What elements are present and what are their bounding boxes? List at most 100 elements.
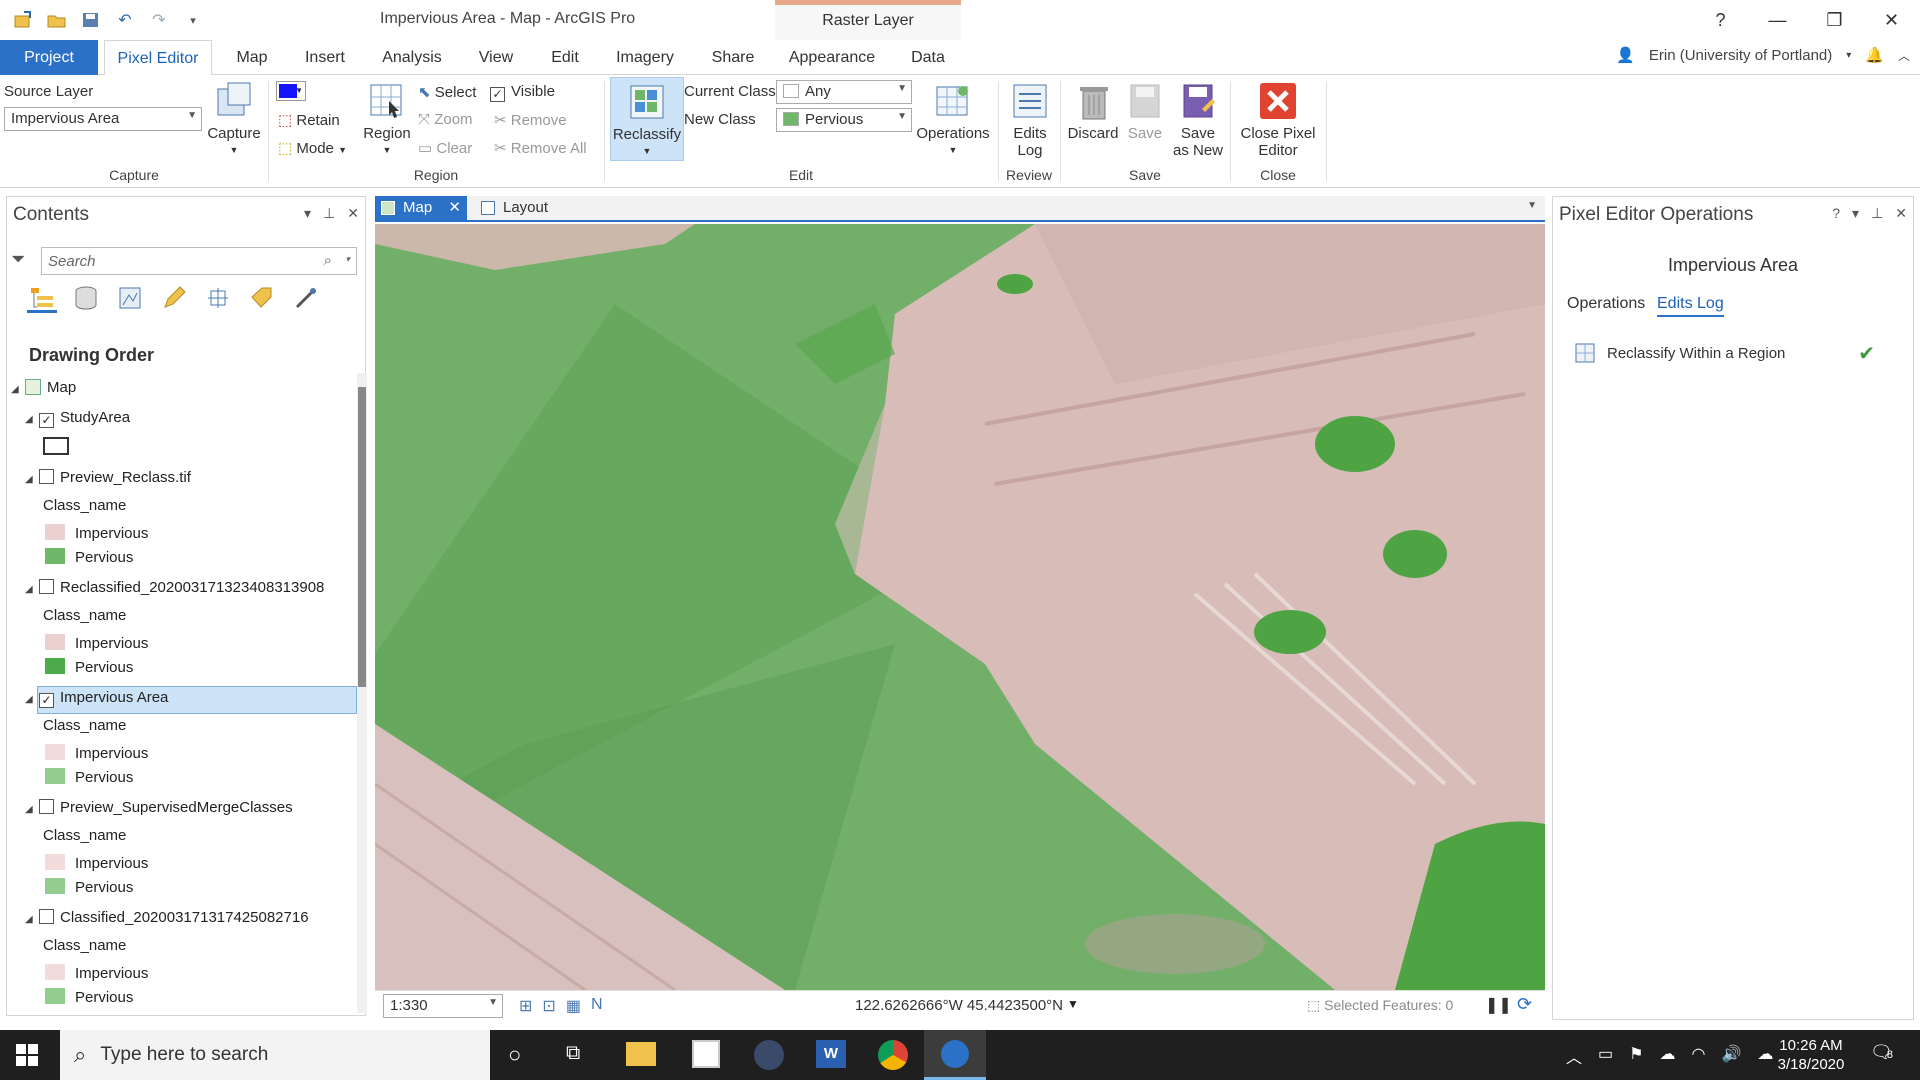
tab-map[interactable]: Map xyxy=(222,40,282,75)
cortana-icon[interactable]: ○ xyxy=(508,1042,521,1068)
help-icon[interactable]: ? xyxy=(1692,0,1749,40)
tab-view[interactable]: View xyxy=(466,40,526,75)
tab-insert[interactable]: Insert xyxy=(292,40,358,75)
mode-button[interactable]: ⬚ Mode ▼ xyxy=(278,139,347,157)
expand-icon[interactable]: ◢ xyxy=(25,694,39,705)
tab-project[interactable]: Project xyxy=(0,40,98,75)
customize-qat-icon[interactable]: ▾ xyxy=(180,8,206,32)
pane-menu-icon[interactable]: ▾ xyxy=(1852,205,1859,222)
chevron-down-icon[interactable]: ▼ xyxy=(1067,997,1079,1011)
layer-checkbox[interactable] xyxy=(39,469,54,484)
color-picker[interactable]: ▼ xyxy=(276,81,306,101)
tab-appearance[interactable]: Appearance xyxy=(780,40,884,75)
task-view-icon[interactable]: ⧉ xyxy=(566,1042,580,1065)
expand-icon[interactable]: ◢ xyxy=(11,384,25,395)
tab-edits-log[interactable]: Edits Log xyxy=(1657,295,1724,317)
save-button[interactable]: Save xyxy=(1122,81,1168,142)
tab-edit[interactable]: Edit xyxy=(540,40,590,75)
arcgis-globe-icon[interactable] xyxy=(754,1040,784,1070)
expand-icon[interactable]: ◢ xyxy=(25,414,39,425)
clear-button[interactable]: ▭ Clear xyxy=(418,139,472,157)
undo-icon[interactable]: ↶ xyxy=(112,8,138,32)
minimize-icon[interactable]: — xyxy=(1749,0,1806,40)
tab-list-icon[interactable]: ▼ xyxy=(1527,200,1537,211)
refresh-icon[interactable]: ⟳ xyxy=(1517,994,1532,1015)
region-button[interactable]: Region ▼ xyxy=(360,81,414,159)
visible-toggle[interactable]: ✓ Visible xyxy=(490,83,555,102)
layer-row[interactable]: ◢ Reclassified_20200317132340831390​8 xyxy=(25,579,324,596)
arcgis-pro-taskbar-button[interactable] xyxy=(924,1030,986,1080)
tab-share[interactable]: Share xyxy=(700,40,766,75)
scale-dropdown[interactable]: 1:330 ▼ xyxy=(383,994,503,1018)
contents-scroll-thumb[interactable] xyxy=(358,387,366,687)
snapping-icon[interactable] xyxy=(203,283,233,313)
layer-checkbox[interactable] xyxy=(39,909,54,924)
pin-icon[interactable]: ⊥ xyxy=(323,205,335,222)
edits-log-item[interactable]: Reclassify Within a Region ✔ xyxy=(1575,343,1875,365)
expand-icon[interactable]: ◢ xyxy=(25,584,39,595)
filter-icon[interactable]: ⏷ xyxy=(11,249,25,270)
labeling-icon[interactable] xyxy=(247,283,277,313)
zoom-extent-icon[interactable]: ⊞ xyxy=(519,996,532,1016)
save-project-icon[interactable] xyxy=(78,8,104,32)
chrome-icon[interactable] xyxy=(878,1040,908,1070)
layer-row[interactable]: ◢ ✓ Impervious Area xyxy=(25,689,168,708)
tab-operations[interactable]: Operations xyxy=(1567,295,1645,313)
tab-layout[interactable]: Layout xyxy=(475,196,565,220)
map-imagery[interactable] xyxy=(375,224,1545,990)
pin-icon[interactable]: ⊥ xyxy=(1871,205,1883,222)
volume-icon[interactable]: 🔊 xyxy=(1721,1044,1741,1068)
action-center-icon[interactable]: 🗨8 xyxy=(1870,1042,1893,1063)
layer-checkbox[interactable]: ✓ xyxy=(39,413,54,428)
layer-checkbox[interactable]: ✓ xyxy=(39,693,54,708)
tab-pixel-editor[interactable]: Pixel Editor xyxy=(104,40,212,76)
charts-icon[interactable] xyxy=(291,283,321,313)
zoom-button[interactable]: ⤧ Zoom xyxy=(418,111,473,128)
chevron-down-icon[interactable]: ▾ xyxy=(1846,50,1851,61)
current-class-dropdown[interactable]: Any ▼ xyxy=(776,80,912,104)
discard-button[interactable]: Discard xyxy=(1066,81,1120,142)
expand-icon[interactable]: ◢ xyxy=(25,804,39,815)
source-layer-dropdown[interactable]: Impervious Area ▼ xyxy=(4,107,202,131)
open-project-icon[interactable] xyxy=(44,8,70,32)
store-icon[interactable] xyxy=(692,1040,720,1068)
north-arrow-icon[interactable]: N xyxy=(591,996,603,1016)
fixed-zoom-icon[interactable]: ⊡ xyxy=(542,996,555,1016)
visible-checkbox[interactable]: ✓ xyxy=(490,87,505,102)
expand-icon[interactable]: ◢ xyxy=(25,914,39,925)
chevron-down-icon[interactable]: ▾ xyxy=(345,254,350,265)
tab-data[interactable]: Data xyxy=(898,40,958,75)
map-node[interactable]: ◢ Map xyxy=(11,379,76,396)
tab-map-view[interactable]: Map ✕ xyxy=(375,196,467,220)
layer-row[interactable]: ◢ Classified_20200317131742508271​6 xyxy=(25,909,309,926)
layer-row[interactable]: ◢ ✓ StudyArea xyxy=(25,409,130,428)
drawing-order-icon[interactable] xyxy=(27,283,57,313)
remove-all-button[interactable]: ✂ Remove All xyxy=(494,139,587,157)
close-pixel-editor-button[interactable]: Close Pixel Editor xyxy=(1236,81,1320,159)
windows-start-icon[interactable] xyxy=(16,1044,38,1066)
tab-analysis[interactable]: Analysis xyxy=(372,40,452,75)
new-project-icon[interactable] xyxy=(10,8,36,32)
file-explorer-icon[interactable] xyxy=(626,1042,656,1066)
grid-icon[interactable]: ▦ xyxy=(566,996,581,1016)
layer-row[interactable]: ◢ Preview_SupervisedMergeClasses xyxy=(25,799,293,816)
redo-icon[interactable]: ↷ xyxy=(146,8,172,32)
close-icon[interactable]: ✕ xyxy=(347,205,359,222)
expand-icon[interactable]: ◢ xyxy=(25,474,39,485)
tab-imagery[interactable]: Imagery xyxy=(604,40,686,75)
pane-menu-icon[interactable]: ▾ xyxy=(304,205,311,222)
data-source-icon[interactable] xyxy=(71,283,101,313)
editing-icon[interactable] xyxy=(159,283,189,313)
wifi-icon[interactable]: ◠ xyxy=(1691,1044,1705,1068)
capture-button[interactable]: Capture ▼ xyxy=(206,81,262,159)
help-icon[interactable]: ? xyxy=(1832,205,1840,222)
search-icon[interactable]: ⌕ xyxy=(324,252,332,269)
layer-row[interactable]: ◢ Preview_Reclass.tif xyxy=(25,469,191,486)
close-icon[interactable]: ✕ xyxy=(448,196,461,220)
layer-checkbox[interactable] xyxy=(39,579,54,594)
layer-checkbox[interactable] xyxy=(39,799,54,814)
tray-overflow-icon[interactable]: ︿ xyxy=(1566,1044,1582,1068)
select-button[interactable]: ⬉ Select xyxy=(418,83,476,101)
new-class-dropdown[interactable]: Pervious ▼ xyxy=(776,108,912,132)
close-icon[interactable]: ✕ xyxy=(1895,205,1907,222)
